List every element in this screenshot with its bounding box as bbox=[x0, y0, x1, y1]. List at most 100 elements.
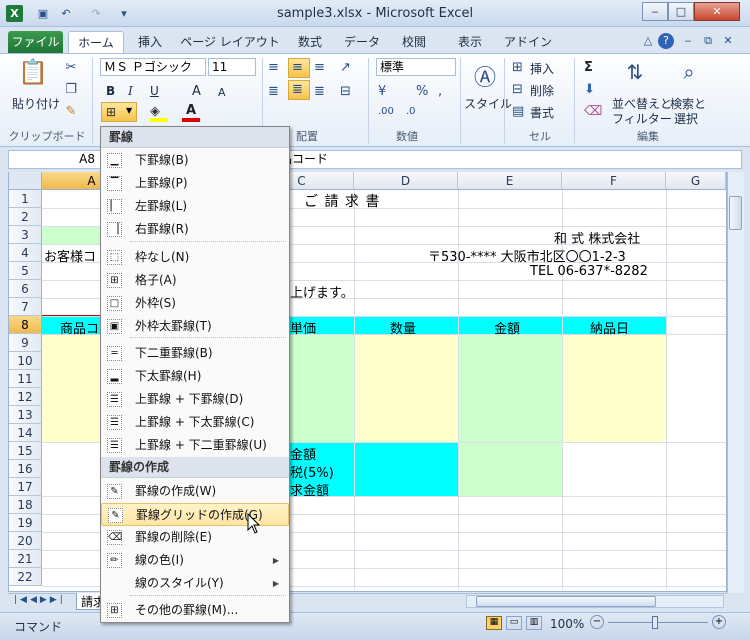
find-select-icon[interactable]: ⌕ bbox=[676, 60, 702, 84]
menu-item-bottom-double-border[interactable]: ═ 下二重罫線(B) bbox=[101, 342, 289, 365]
clear-icon[interactable]: ⌫ bbox=[584, 104, 602, 119]
borders-button[interactable]: ⊞ ▼ bbox=[101, 102, 137, 122]
align-bottom-icon[interactable]: ≡ bbox=[314, 60, 325, 75]
row-header-22[interactable]: 22 bbox=[9, 568, 42, 586]
row-header-19[interactable]: 19 bbox=[9, 514, 42, 532]
row-header-14[interactable]: 14 bbox=[9, 424, 42, 442]
menu-item-thick-box-border[interactable]: ▣ 外枠太罫線(T) bbox=[101, 315, 289, 338]
tab-page-layout[interactable]: ページ レイアウト bbox=[180, 31, 280, 53]
menu-item-thick-bottom-border[interactable]: ▂ 下太罫線(H) bbox=[101, 365, 289, 388]
delete-cells-button[interactable]: 削除 bbox=[530, 82, 554, 99]
menu-item-top-border[interactable]: ▔ 上罫線(P) bbox=[101, 172, 289, 195]
doc-restore-icon[interactable]: ⧉ bbox=[700, 33, 716, 49]
row-header-18[interactable]: 18 bbox=[9, 496, 42, 514]
format-cells-button[interactable]: 書式 bbox=[530, 104, 554, 121]
menu-item-top-double-bottom-border[interactable]: ☰ 上罫線 + 下二重罫線(U) bbox=[101, 434, 289, 457]
name-box[interactable]: A8 bbox=[8, 150, 104, 169]
row-header-6[interactable]: 6 bbox=[9, 280, 42, 298]
menu-item-no-border[interactable]: ⬚ 枠なし(N) bbox=[101, 246, 289, 269]
menu-item-more-borders[interactable]: ⊞ その他の罫線(M)... bbox=[101, 599, 289, 622]
percent-icon[interactable]: % bbox=[416, 84, 428, 99]
row-header-13[interactable]: 13 bbox=[9, 406, 42, 424]
align-right-icon[interactable]: ≣ bbox=[314, 84, 325, 99]
sort-filter-icon[interactable]: ⇅ bbox=[622, 60, 648, 84]
paste-icon[interactable]: 📋 bbox=[18, 58, 48, 90]
comma-icon[interactable]: , bbox=[438, 84, 442, 99]
sort-filter-button-line2[interactable]: フィルター bbox=[612, 110, 672, 127]
merge-icon[interactable]: ⊟ bbox=[340, 84, 351, 99]
sheet-nav-icons[interactable]: |◀◀▶▶| bbox=[14, 595, 66, 605]
bold-button[interactable]: B bbox=[106, 84, 115, 98]
row-header-8[interactable]: 8 bbox=[9, 316, 42, 334]
format-painter-icon[interactable]: ✎ bbox=[64, 104, 78, 119]
currency-icon[interactable]: ¥ bbox=[378, 84, 386, 99]
align-top-icon[interactable]: ≡ bbox=[268, 60, 279, 75]
font-size-combo[interactable]: 11 bbox=[208, 58, 256, 76]
formula-input[interactable]: 品コード bbox=[276, 150, 742, 169]
column-header-d[interactable]: D bbox=[354, 172, 458, 190]
zoom-level[interactable]: 100% bbox=[550, 617, 584, 631]
tab-insert[interactable]: 挿入 bbox=[128, 31, 172, 53]
page-layout-view-icon[interactable]: ▭ bbox=[506, 616, 522, 630]
zoom-in-icon[interactable]: + bbox=[712, 615, 726, 629]
close-button[interactable]: ✕ bbox=[694, 2, 740, 21]
row-header-10[interactable]: 10 bbox=[9, 352, 42, 370]
zoom-slider-thumb[interactable] bbox=[652, 616, 658, 629]
insert-cells-icon[interactable]: ⊞ bbox=[512, 60, 523, 75]
paste-button[interactable]: 貼り付け bbox=[12, 95, 60, 112]
doc-minimize-icon[interactable]: ‒ bbox=[680, 33, 696, 49]
font-name-combo[interactable]: ＭＳ Ｐゴシック bbox=[100, 58, 206, 76]
menu-item-all-borders[interactable]: ⊞ 格子(A) bbox=[101, 269, 289, 292]
row-header-1[interactable]: 1 bbox=[9, 190, 42, 208]
tab-home[interactable]: ホーム bbox=[68, 31, 124, 53]
number-format-combo[interactable]: 標準 bbox=[376, 58, 456, 76]
column-header-f[interactable]: F bbox=[562, 172, 666, 190]
menu-item-left-border[interactable]: ▏ 左罫線(L) bbox=[101, 195, 289, 218]
tab-file[interactable]: ファイル bbox=[8, 31, 63, 53]
row-header-15[interactable]: 15 bbox=[9, 442, 42, 460]
row-header-9[interactable]: 9 bbox=[9, 334, 42, 352]
menu-item-top-thick-bottom-border[interactable]: ☰ 上罫線 + 下太罫線(C) bbox=[101, 411, 289, 434]
menu-item-bottom-border[interactable]: ▁ 下罫線(B) bbox=[101, 149, 289, 172]
ribbon-minimize-icon[interactable]: △ bbox=[640, 33, 656, 49]
row-header-2[interactable]: 2 bbox=[9, 208, 42, 226]
copy-icon[interactable]: ❐ bbox=[64, 82, 78, 97]
tab-addins[interactable]: アドイン bbox=[502, 31, 554, 53]
fill-icon[interactable]: ⬇ bbox=[584, 82, 595, 97]
menu-item-line-style[interactable]: 線のスタイル(Y) ▶ bbox=[101, 572, 289, 595]
decrease-decimal-icon[interactable]: .0 bbox=[406, 106, 416, 117]
autosum-icon[interactable]: Σ bbox=[584, 60, 593, 75]
row-header-11[interactable]: 11 bbox=[9, 370, 42, 388]
menu-item-outside-borders[interactable]: □ 外枠(S) bbox=[101, 292, 289, 315]
orientation-icon[interactable]: ↗ bbox=[340, 60, 351, 75]
row-header-5[interactable]: 5 bbox=[9, 262, 42, 280]
style-icon[interactable]: Ⓐ bbox=[472, 60, 498, 91]
normal-view-icon[interactable]: ▦ bbox=[486, 616, 502, 630]
row-header-16[interactable]: 16 bbox=[9, 460, 42, 478]
column-header-g[interactable]: G bbox=[666, 172, 726, 190]
column-header-e[interactable]: E bbox=[458, 172, 562, 190]
cut-icon[interactable]: ✂ bbox=[64, 60, 78, 75]
shrink-font-button[interactable]: A bbox=[218, 86, 226, 99]
select-all-corner[interactable] bbox=[9, 172, 42, 190]
grow-font-button[interactable]: A bbox=[192, 84, 201, 99]
page-break-view-icon[interactable]: ▥ bbox=[526, 616, 542, 630]
row-header-3[interactable]: 3 bbox=[9, 226, 42, 244]
increase-decimal-icon[interactable]: .00 bbox=[378, 106, 394, 117]
italic-button[interactable]: I bbox=[128, 84, 133, 98]
zoom-slider-track[interactable] bbox=[608, 622, 708, 623]
format-cells-icon[interactable]: ▤ bbox=[512, 104, 524, 119]
tab-data[interactable]: データ bbox=[340, 31, 384, 53]
row-header-4[interactable]: 4 bbox=[9, 244, 42, 262]
tab-view[interactable]: 表示 bbox=[448, 31, 492, 53]
maximize-button[interactable]: □ bbox=[668, 2, 694, 21]
menu-item-draw-border[interactable]: ✎ 罫線の作成(W) bbox=[101, 480, 289, 503]
row-header-20[interactable]: 20 bbox=[9, 532, 42, 550]
delete-cells-icon[interactable]: ⊟ bbox=[512, 82, 523, 97]
row-header-12[interactable]: 12 bbox=[9, 388, 42, 406]
help-icon[interactable]: ? bbox=[658, 33, 674, 49]
underline-button[interactable]: U bbox=[150, 84, 159, 98]
horizontal-scroll-thumb[interactable] bbox=[476, 596, 656, 607]
insert-cells-button[interactable]: 挿入 bbox=[530, 60, 554, 77]
vertical-scroll-thumb[interactable] bbox=[729, 196, 742, 230]
